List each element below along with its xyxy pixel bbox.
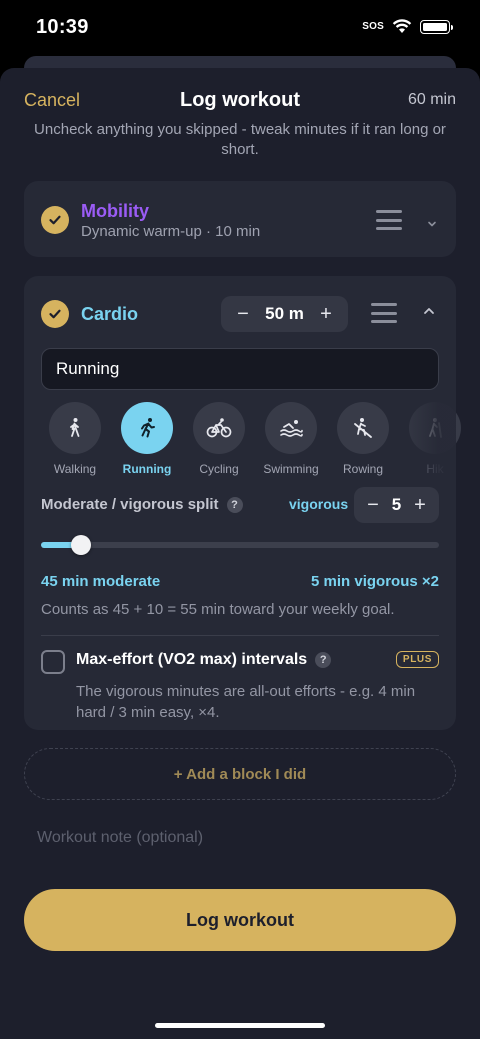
- drag-handle-icon[interactable]: [371, 303, 397, 323]
- walking-icon: [49, 402, 101, 454]
- add-block-button[interactable]: + Add a block I did: [24, 748, 456, 800]
- max-effort-title: Max-effort (VO2 max) intervals ?: [76, 651, 332, 669]
- moderate-minutes-text: 45 min moderate: [41, 573, 161, 590]
- status-icons: SOS: [362, 19, 453, 34]
- divider: [41, 635, 439, 636]
- running-icon: [121, 402, 173, 454]
- chevron-down-icon[interactable]: [424, 216, 440, 232]
- activity-running[interactable]: Running: [112, 402, 182, 476]
- activity-label: Cycling: [199, 462, 239, 476]
- vigorous-value: 5: [391, 495, 402, 514]
- cardio-block-card: Cardio − 50 m + Running Walking Running …: [24, 276, 461, 730]
- battery-icon: [420, 19, 453, 34]
- max-effort-checkbox[interactable]: [41, 650, 65, 674]
- log-workout-button[interactable]: Log workout: [24, 889, 456, 951]
- minutes-value: 50 m: [265, 304, 304, 323]
- mobility-title: Mobility: [81, 201, 149, 221]
- max-effort-title-text: Max-effort (VO2 max) intervals: [76, 651, 308, 668]
- slider-thumb[interactable]: [70, 535, 91, 555]
- vigorous-increment-button[interactable]: +: [412, 495, 428, 515]
- status-bar: 10:39 SOS: [0, 0, 480, 56]
- activity-rowing[interactable]: Rowing: [328, 402, 398, 476]
- split-label-text: Moderate / vigorous split: [41, 496, 219, 513]
- activity-swimming[interactable]: Swimming: [256, 402, 326, 476]
- cycling-icon: [193, 402, 245, 454]
- vigorous-stepper: − 5 +: [354, 487, 439, 523]
- vigorous-label: vigorous: [289, 496, 349, 512]
- drag-handle-icon[interactable]: [376, 210, 402, 230]
- home-indicator: [155, 1023, 325, 1028]
- scroll-fade: [396, 394, 456, 474]
- split-label: Moderate / vigorous split ?: [41, 496, 243, 513]
- plus-badge: PLUS: [395, 651, 439, 668]
- wifi-icon: [392, 19, 412, 33]
- activity-input[interactable]: Running: [41, 348, 439, 390]
- activity-cycling[interactable]: Cycling: [184, 402, 254, 476]
- chevron-up-icon[interactable]: [421, 303, 437, 319]
- help-icon[interactable]: ?: [315, 652, 332, 668]
- sos-indicator: SOS: [362, 21, 384, 32]
- log-workout-sheet: Cancel Log workout 60 min Uncheck anythi…: [0, 68, 480, 1039]
- mobility-subtitle: Dynamic warm-up · 10 min: [81, 223, 261, 240]
- workout-note-input[interactable]: Workout note (optional): [24, 820, 456, 856]
- activity-walking[interactable]: Walking: [40, 402, 110, 476]
- help-icon[interactable]: ?: [226, 496, 243, 513]
- vigorous-decrement-button[interactable]: −: [365, 495, 381, 515]
- activity-label: Walking: [53, 462, 97, 476]
- page-subtitle: Uncheck anything you skipped - tweak min…: [34, 121, 446, 158]
- status-time: 10:39: [36, 16, 89, 38]
- cardio-check-icon[interactable]: [41, 300, 69, 328]
- swimming-icon: [265, 402, 317, 454]
- cardio-minutes-stepper: − 50 m +: [221, 296, 348, 332]
- mobility-check-icon[interactable]: [41, 206, 69, 234]
- split-slider[interactable]: [41, 535, 439, 555]
- minutes-decrement-button[interactable]: −: [235, 304, 251, 324]
- activity-label: Swimming: [263, 462, 319, 476]
- activity-label: Running: [122, 462, 172, 476]
- minutes-increment-button[interactable]: +: [318, 304, 334, 324]
- mobility-block-card[interactable]: Mobility Dynamic warm-up · 10 min: [24, 181, 456, 257]
- weekly-goal-text: Counts as 45 + 10 = 55 min toward your w…: [41, 601, 395, 618]
- total-minutes: 60 min: [407, 91, 456, 108]
- rowing-icon: [337, 402, 389, 454]
- max-effort-description: The vigorous minutes are all-out efforts…: [76, 683, 416, 721]
- activity-label: Rowing: [342, 462, 384, 476]
- vigorous-minutes-text: 5 min vigorous ×2: [311, 573, 439, 590]
- cardio-title: Cardio: [81, 304, 139, 324]
